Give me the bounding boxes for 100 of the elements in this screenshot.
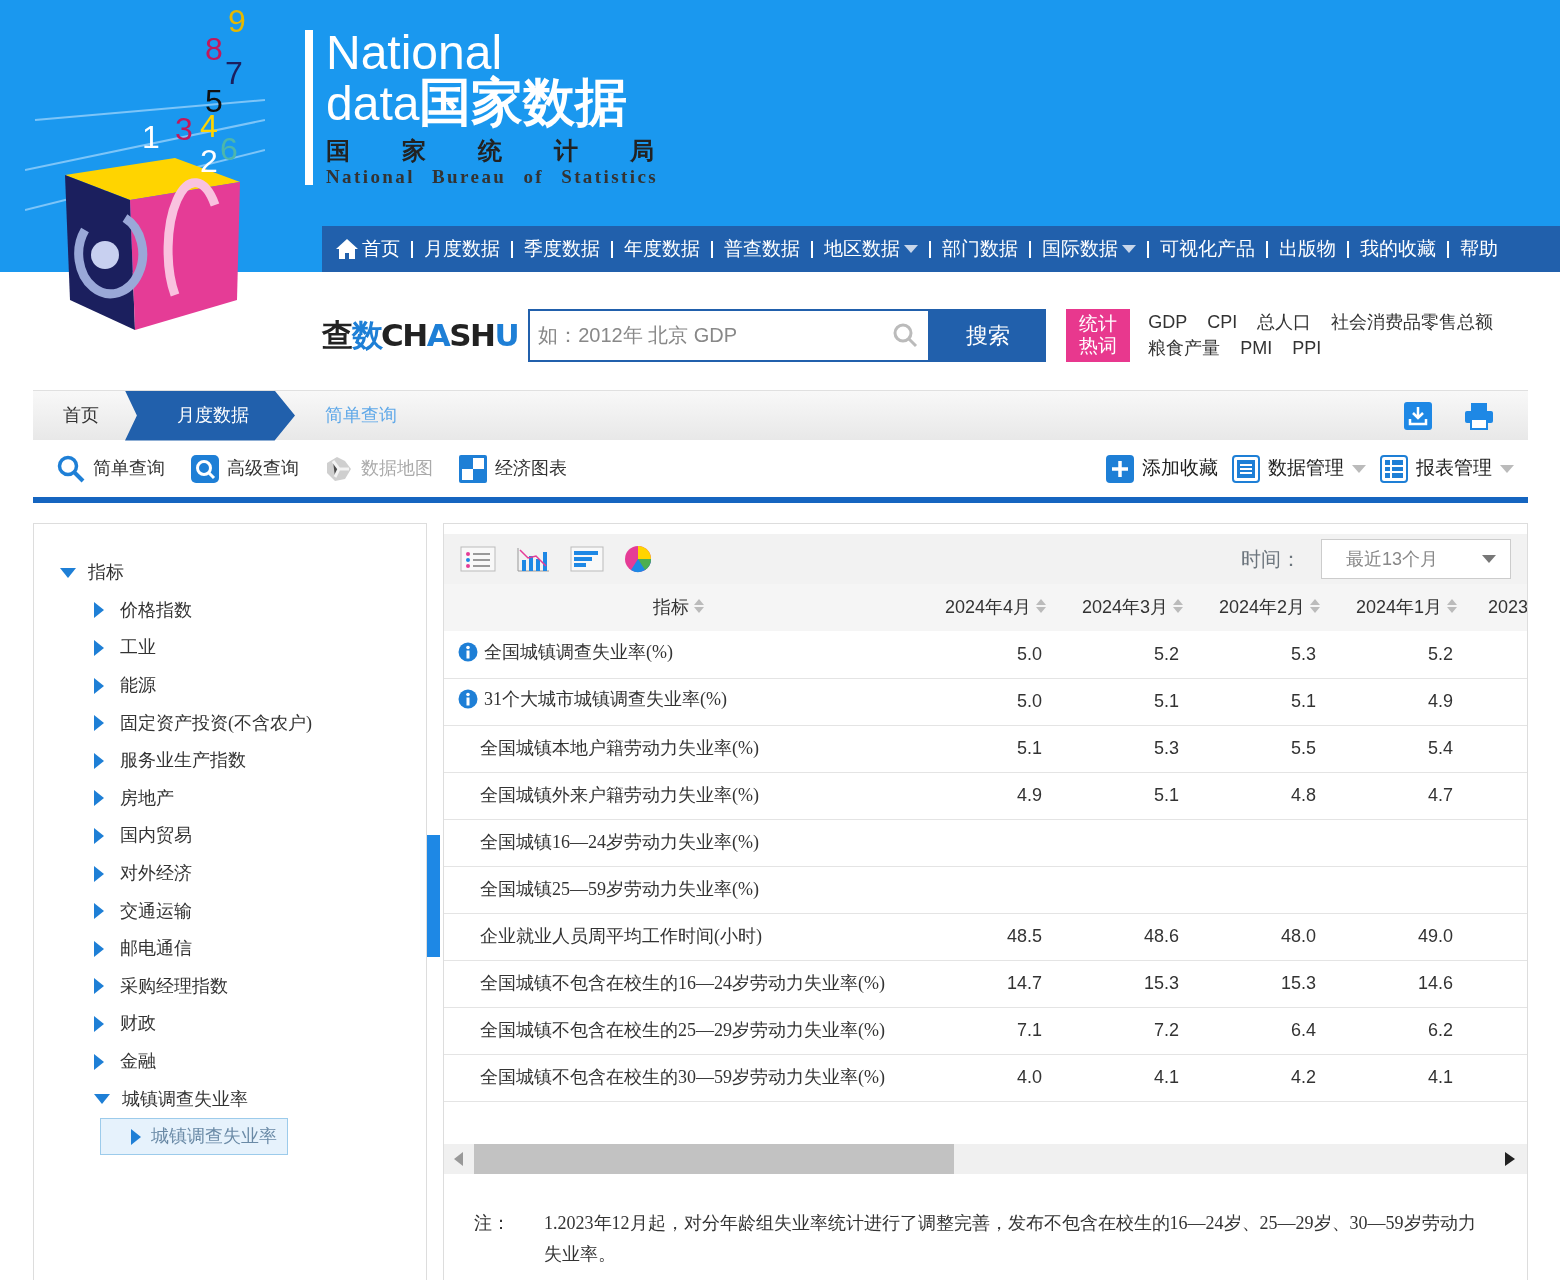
list-view-icon[interactable] (460, 546, 496, 572)
collapse-arrow-icon[interactable] (131, 1128, 141, 1145)
search-icon (892, 321, 919, 348)
organization-name: National Bureau of Statistics (326, 166, 659, 188)
indicator-name: 全国城镇25—59岁劳动力失业率(%) (480, 878, 759, 901)
collapse-arrow-icon[interactable] (94, 940, 104, 957)
tree-item[interactable]: 服务业生产指数 (116, 747, 250, 775)
tree-item[interactable]: 对外经济 (116, 860, 196, 888)
tree-item[interactable]: 采购经理指数 (116, 972, 232, 1000)
collapse-arrow-icon[interactable] (94, 790, 104, 807)
tree-item[interactable]: 房地产 (116, 784, 178, 812)
nav-link[interactable]: 季度数据 (524, 234, 600, 264)
tree-item[interactable]: 国内贸易 (116, 822, 196, 850)
info-icon[interactable] (458, 642, 478, 662)
pie-chart-icon[interactable] (624, 545, 652, 573)
hot-word-link[interactable]: PPI (1292, 336, 1322, 360)
tree-item[interactable]: 能源 (116, 672, 160, 700)
nav-link[interactable]: 可视化产品 (1160, 234, 1255, 264)
logo-digit: 8 (205, 31, 223, 67)
scroll-left-icon[interactable] (454, 1151, 464, 1166)
collapse-arrow-icon[interactable] (94, 827, 104, 844)
hot-word-link[interactable]: 社会消费品零售总额 (1331, 310, 1494, 334)
expand-arrow-icon[interactable] (94, 1094, 110, 1105)
bar-chart-icon[interactable] (516, 546, 550, 572)
list-icon (1232, 454, 1260, 483)
scrollbar-thumb[interactable] (474, 1143, 954, 1174)
note-label: 注： (474, 1211, 511, 1235)
table-cell: 4.9 (1427, 691, 1453, 711)
table-icon (1380, 454, 1408, 483)
tree-item[interactable]: 城镇调查失业率 (118, 1085, 252, 1113)
collapse-arrow-icon[interactable] (94, 1053, 104, 1070)
table-cell: 5.0 (1016, 691, 1042, 711)
table-cell: 5.3 (1153, 738, 1179, 758)
nav-link[interactable]: 地区数据 (824, 234, 918, 264)
nav-link[interactable]: 月度数据 (424, 234, 500, 264)
hot-word-link[interactable]: 总人口 (1257, 310, 1312, 334)
collapse-arrow-icon[interactable] (94, 903, 104, 920)
nav-link[interactable]: 首页 (336, 234, 400, 264)
toolbar-button[interactable]: 添加收藏 (1106, 454, 1218, 483)
home-icon (336, 239, 358, 259)
tree-item[interactable]: 邮电通信 (116, 935, 196, 963)
table-cell: 4.9 (1016, 785, 1042, 805)
time-select[interactable]: 最近13个月 (1321, 539, 1511, 579)
note-text: 1.2023年12月起，对分年龄组失业率统计进行了调整完善，发布不包含在校生的16—24岁、25—29岁、30—59岁劳动力失业率。 (544, 1211, 1477, 1266)
hot-word-link[interactable]: PMI (1240, 336, 1273, 360)
hot-word-link[interactable]: 粮食产量 (1148, 336, 1221, 360)
tree-item[interactable]: 财政 (116, 1010, 160, 1038)
table-cell: 7.2 (1153, 1020, 1179, 1040)
column-header[interactable]: 指标 (652, 597, 689, 617)
nav-link[interactable]: 国际数据 (1042, 234, 1136, 264)
nav-link[interactable]: 帮助 (1460, 234, 1498, 264)
scrollbar-thumb[interactable] (427, 835, 440, 957)
collapse-arrow-icon[interactable] (94, 978, 104, 995)
logo-digit: 2 (200, 143, 218, 179)
nav-link[interactable]: 年度数据 (624, 234, 700, 264)
scroll-right-icon[interactable] (1505, 1151, 1515, 1166)
tree-item[interactable]: 工业 (116, 634, 160, 662)
nav-link[interactable]: 我的收藏 (1360, 234, 1436, 264)
toolbar-button[interactable]: 经济图表 (459, 454, 567, 483)
tree-item[interactable]: 金融 (116, 1048, 160, 1075)
nav-link[interactable]: 出版物 (1279, 234, 1336, 264)
search-field[interactable]: 如：2012年 北京 GDP (528, 308, 931, 362)
collapse-arrow-icon[interactable] (94, 640, 104, 656)
collapse-arrow-icon[interactable] (94, 865, 104, 882)
tree-item[interactable]: 价格指数 (116, 596, 196, 624)
nav-link[interactable]: 部门数据 (942, 234, 1018, 264)
download-icon[interactable] (1404, 401, 1432, 430)
tree-item[interactable]: 交通运输 (116, 897, 196, 925)
table-cell: 14.6 (1417, 973, 1453, 993)
caret-icon (1500, 464, 1514, 473)
collapse-arrow-icon[interactable] (94, 752, 104, 769)
tree-item[interactable]: 固定资产投资(不含农户) (116, 709, 316, 737)
table-cell: 14.7 (1006, 973, 1042, 993)
nav-link[interactable]: 普查数据 (724, 234, 800, 264)
table-cell: 7.1 (1016, 1020, 1042, 1040)
table-cell: 5.1 (1153, 785, 1179, 805)
expand-arrow-icon[interactable] (60, 567, 76, 578)
horizontal-bar-chart-icon[interactable] (570, 546, 604, 572)
table-cell: 6.2 (1427, 1020, 1453, 1040)
collapse-arrow-icon[interactable] (94, 715, 104, 732)
toolbar-button[interactable]: 简单查询 (57, 454, 165, 483)
info-icon[interactable] (458, 689, 478, 710)
collapse-arrow-icon[interactable] (94, 602, 104, 619)
table-cell: 5.1 (1016, 738, 1042, 758)
toolbar-button[interactable]: 报表管理 (1380, 454, 1514, 483)
grid-icon (459, 454, 487, 483)
breadcrumb-link[interactable]: 月度数据 (125, 390, 295, 441)
search-button[interactable]: 搜索 (930, 308, 1047, 362)
hot-word-link[interactable]: CPI (1207, 310, 1238, 334)
organization-name: 国家统计局 (326, 137, 706, 166)
tree-item[interactable]: 指标 (84, 559, 128, 587)
brand-logo: 查数CHASHU (322, 315, 519, 355)
toolbar-button[interactable]: 高级查询 (191, 454, 299, 483)
collapse-arrow-icon[interactable] (94, 677, 104, 694)
toolbar-button[interactable]: 数据管理 (1232, 454, 1366, 483)
collapse-arrow-icon[interactable] (94, 1015, 104, 1032)
table-cell: 4.8 (1290, 785, 1316, 805)
table-cell: 15.3 (1280, 973, 1316, 993)
hot-word-link[interactable]: GDP (1148, 310, 1188, 334)
print-icon[interactable] (1464, 401, 1494, 430)
